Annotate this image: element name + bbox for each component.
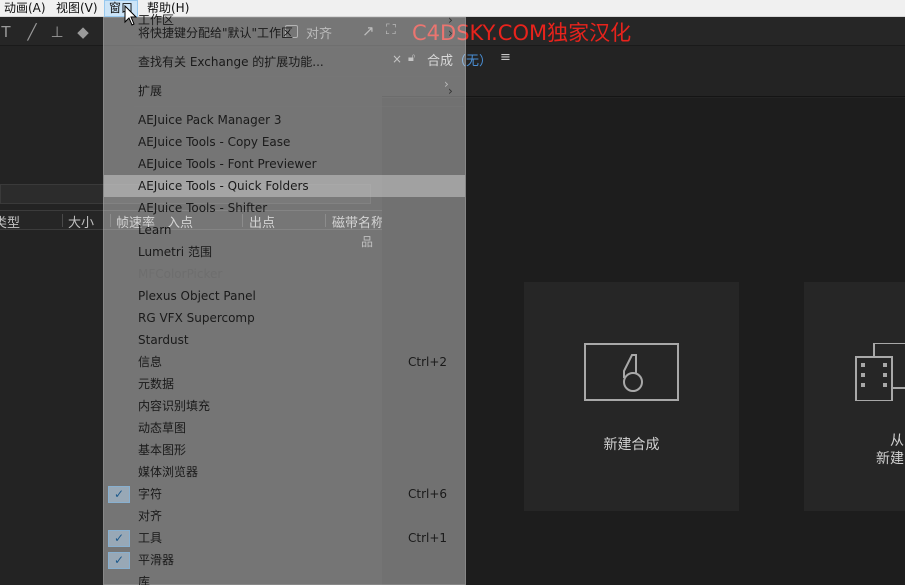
menu-item-label: 元数据 [138, 377, 175, 391]
clone-stamp-tool-icon[interactable]: ⊥ [47, 22, 67, 42]
menu-item-shortcut: Ctrl+2 [408, 355, 448, 369]
menu-item-metadata[interactable]: 元数据 [104, 373, 465, 395]
panel-menu-icon[interactable]: ≡ [500, 50, 511, 65]
menu-item-motion-sketch[interactable]: 动态草图 [104, 417, 465, 439]
menu-item-rg-vfx-supercomp[interactable]: RG VFX Supercomp [104, 307, 465, 329]
submenu-arrow-icon: › [448, 84, 453, 98]
menu-item-align[interactable]: 对齐 [104, 505, 465, 527]
label-line-2: 新建 [876, 451, 904, 467]
menu-item-label: AEJuice Tools - Font Previewer [138, 157, 317, 171]
menu-item-label: 字符 [138, 487, 163, 501]
menu-item-label: AEJuice Tools - Quick Folders [138, 179, 309, 193]
menu-item-label: Stardust [138, 333, 189, 347]
menu-item-label: Lumetri 范围 [138, 245, 212, 259]
menu-item-library[interactable]: 库 [104, 571, 465, 585]
menu-item-aejuice-font-previewer[interactable]: AEJuice Tools - Font Previewer [104, 153, 465, 175]
menu-separator [134, 76, 464, 77]
checkmark-icon: ✓ [108, 486, 130, 503]
menu-item-lumetri-scopes[interactable]: Lumetri 范围 [104, 241, 465, 263]
menu-item-exchange[interactable]: 查找有关 Exchange 的扩展功能... [104, 51, 465, 73]
menu-item-label: AEJuice Tools - Copy Ease [138, 135, 291, 149]
menu-item-info[interactable]: 信息 Ctrl+2 [104, 351, 465, 373]
menu-item-label: 对齐 [138, 509, 163, 523]
menu-item-label: 内容识别填充 [138, 399, 211, 413]
column-size[interactable]: 大小 [68, 212, 94, 231]
text-tool-icon[interactable]: T [0, 22, 16, 42]
menu-item-character[interactable]: ✓ 字符 Ctrl+6 [104, 483, 465, 505]
menu-item-media-browser[interactable]: 媒体浏览器 [104, 461, 465, 483]
menu-item-label: AEJuice Pack Manager 3 [138, 113, 282, 127]
menu-item-label: RG VFX Supercomp [138, 311, 255, 325]
checkmark-icon: ✓ [108, 552, 130, 569]
menu-item-smoother[interactable]: ✓ 平滑器 [104, 549, 465, 571]
menu-item-mfcolorpicker: MFColorPicker [104, 263, 465, 285]
menu-item-extensions[interactable]: 扩展 › [104, 80, 465, 102]
new-comp-card[interactable]: 新建合成 [524, 282, 739, 511]
menu-item-content-aware-fill[interactable]: 内容识别填充 [104, 395, 465, 417]
menu-separator [134, 47, 464, 48]
label-line-1: 从 [890, 433, 904, 449]
menu-item-label: 库 [138, 575, 151, 585]
column-type[interactable]: 类型 [0, 212, 20, 231]
menu-item-aejuice-pack-manager[interactable]: AEJuice Pack Manager 3 [104, 109, 465, 131]
film-icon [855, 343, 905, 401]
checkmark-icon: ✓ [108, 530, 130, 547]
menu-item-label: 信息 [138, 355, 163, 369]
menu-item-label: 工具 [138, 531, 163, 545]
submenu-arrow-icon: › [448, 26, 453, 40]
menu-item-essential-graphics[interactable]: 基本图形 [104, 439, 465, 461]
new-comp-icon [584, 343, 679, 401]
column-divider[interactable] [62, 214, 63, 227]
menu-item-label: 扩展 [138, 84, 163, 98]
menu-item-label: AEJuice Tools - Shifter [138, 201, 268, 215]
new-comp-label: 新建合成 [603, 437, 660, 453]
menu-item-label: Plexus Object Panel [138, 289, 256, 303]
menu-separator [134, 106, 464, 107]
menu-item-shortcut: Ctrl+6 [408, 487, 448, 501]
eraser-tool-icon[interactable]: ◆ [73, 22, 93, 42]
menu-item-label: 媒体浏览器 [138, 465, 199, 479]
window-menu: 工作区 › 将快捷键分配给"默认"工作区 › 查找有关 Exchange 的扩展功能… [103, 13, 466, 585]
menu-item-stardust[interactable]: Stardust [104, 329, 465, 351]
menu-item-label: 动态草图 [138, 421, 187, 435]
menu-animation[interactable]: 动画(A) [0, 0, 50, 17]
menu-item-label: 查找有关 Exchange 的扩展功能... [138, 55, 324, 69]
menu-item-label: 基本图形 [138, 443, 187, 457]
menu-item-label: 将快捷键分配给"默认"工作区 [138, 26, 294, 40]
menu-item-label: 平滑器 [138, 553, 175, 567]
brush-tool-icon[interactable]: ╱ [22, 22, 42, 42]
menu-item-tools[interactable]: ✓ 工具 Ctrl+1 [104, 527, 465, 549]
menu-item-learn[interactable]: Learn [104, 219, 465, 241]
menu-item-assign-shortcut[interactable]: 将快捷键分配给"默认"工作区 › [104, 22, 465, 44]
menu-item-plexus-object-panel[interactable]: Plexus Object Panel [104, 285, 465, 307]
menu-view[interactable]: 视图(V) [52, 0, 102, 17]
new-comp-from-footage-label: 从新建 [876, 432, 905, 468]
menu-item-label: Learn [138, 223, 172, 237]
new-comp-from-footage-card[interactable]: 从新建 [804, 282, 905, 511]
menu-item-shortcut: Ctrl+1 [408, 531, 448, 545]
menu-item-aejuice-copy-ease[interactable]: AEJuice Tools - Copy Ease [104, 131, 465, 153]
menu-item-aejuice-shifter[interactable]: AEJuice Tools - Shifter [104, 197, 465, 219]
menu-item-label: MFColorPicker [138, 267, 223, 281]
menu-item-aejuice-quick-folders[interactable]: AEJuice Tools - Quick Folders [104, 175, 465, 197]
mouse-cursor-icon [124, 5, 138, 26]
